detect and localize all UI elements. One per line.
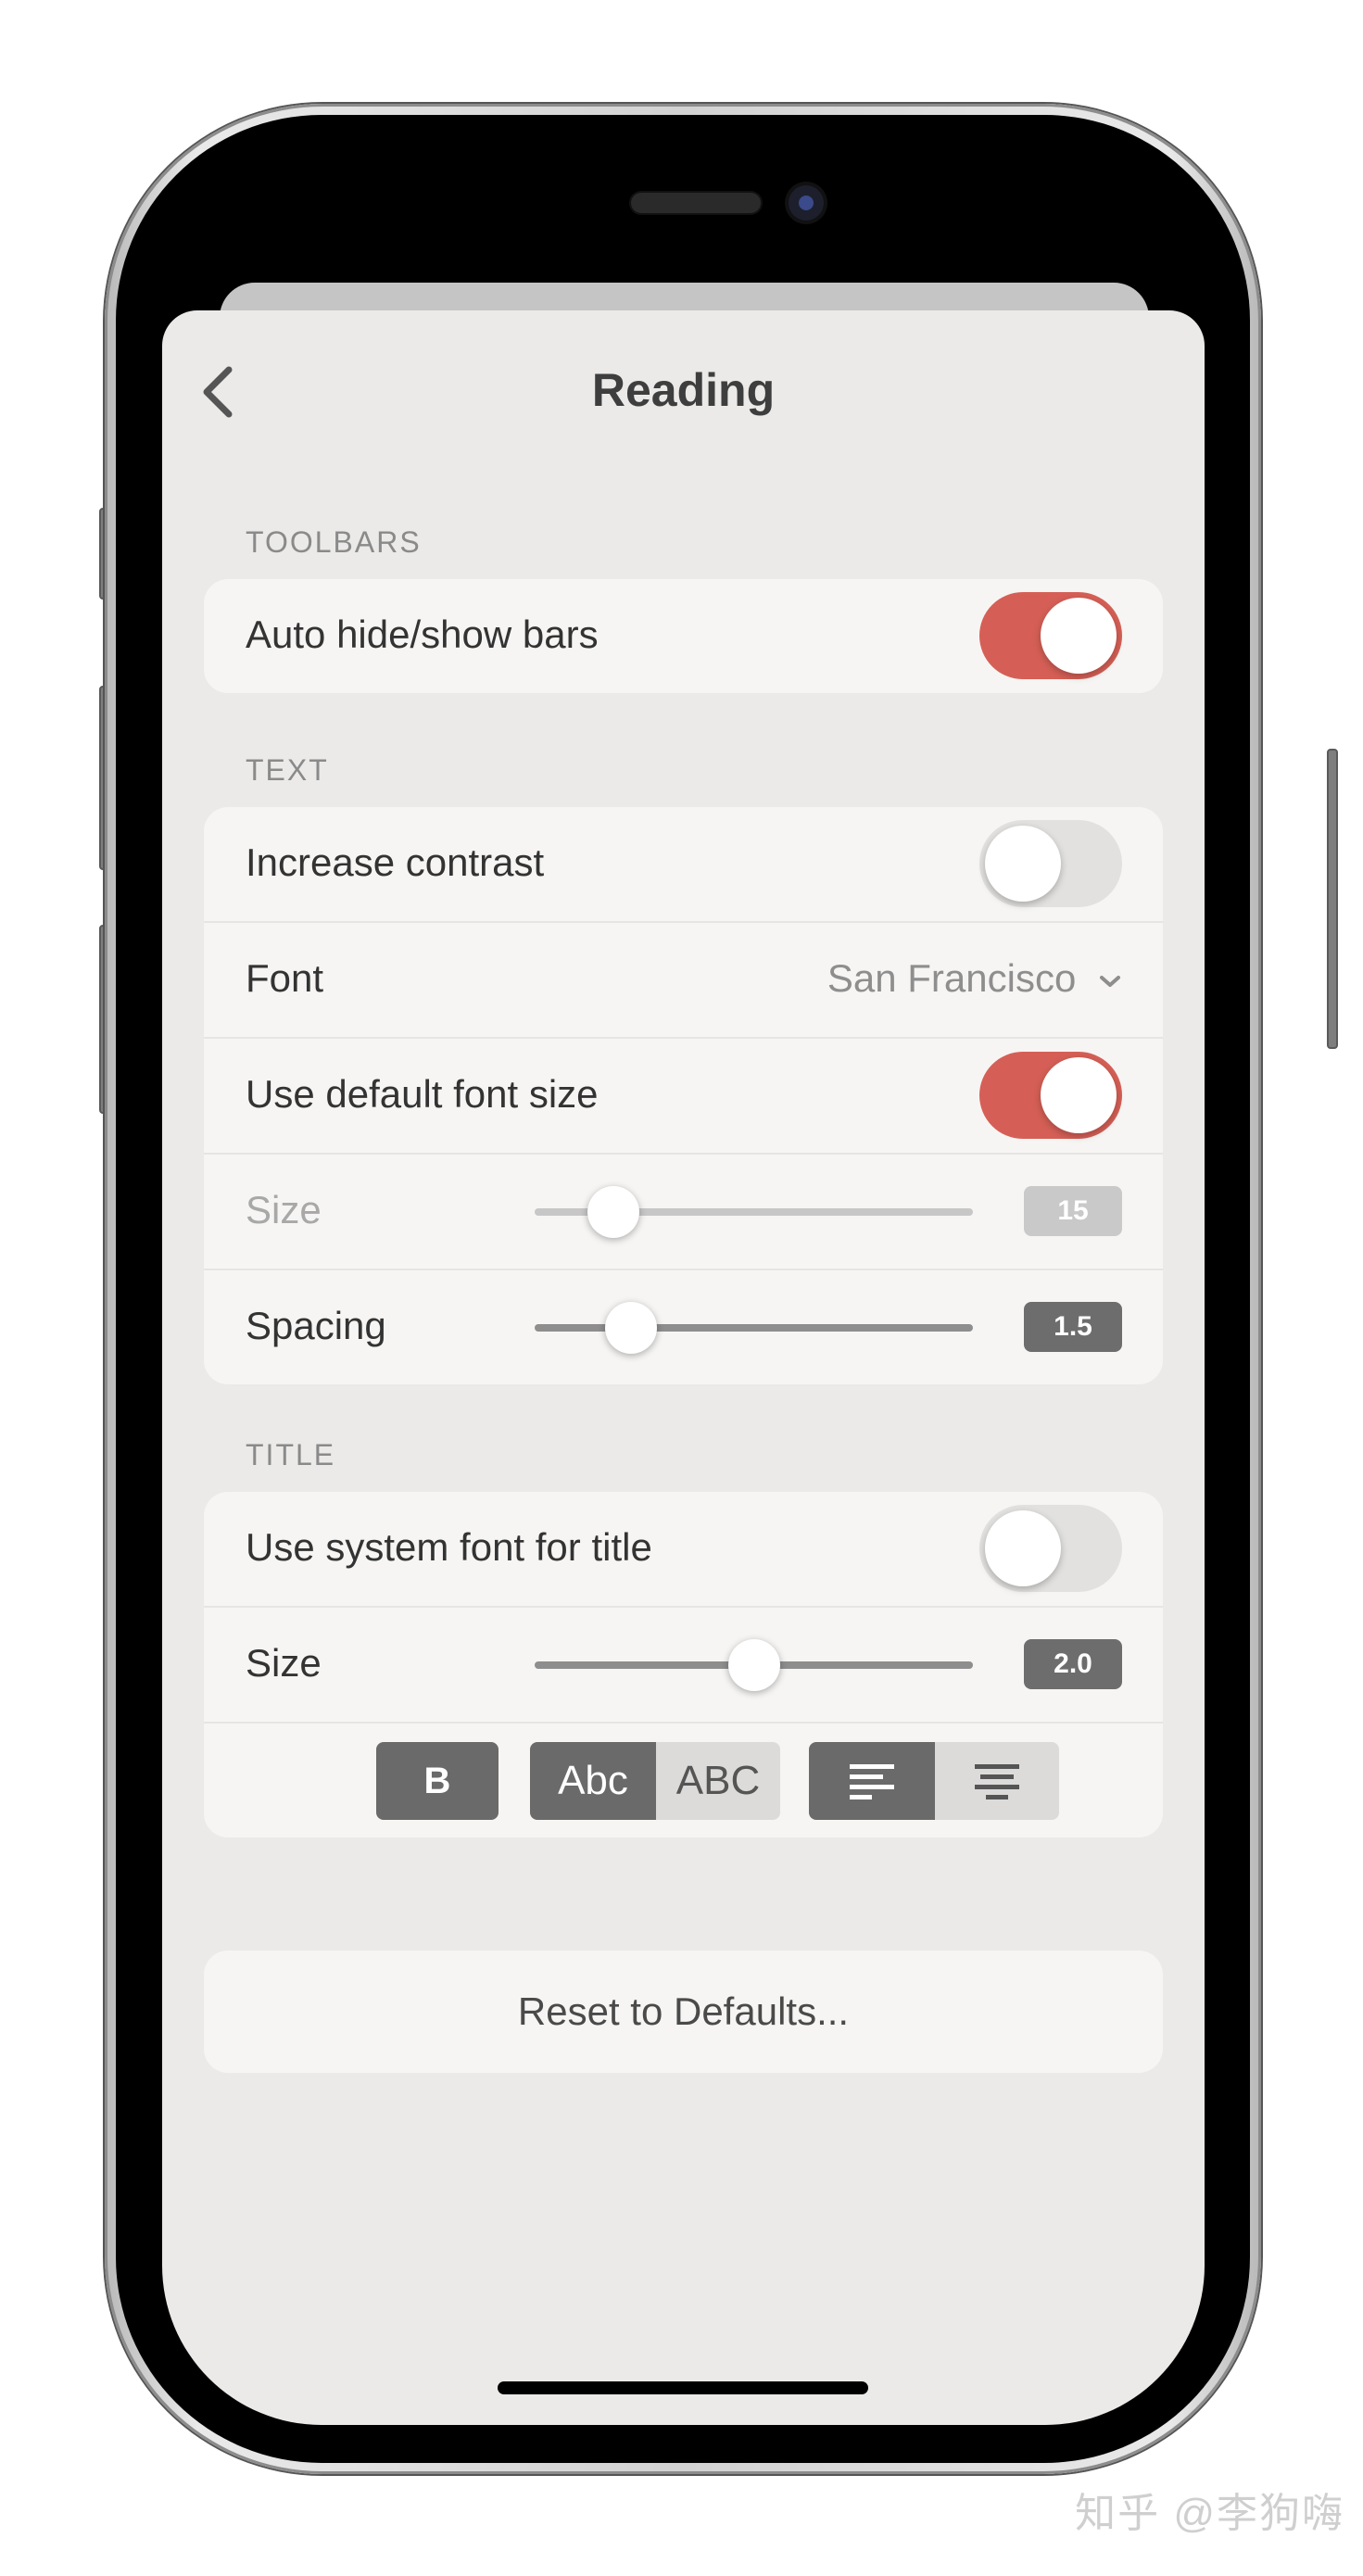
title-size-slider[interactable] <box>535 1639 973 1691</box>
text-group: Increase contrast Font San Francisco Use… <box>204 807 1163 1384</box>
center-align-icon <box>975 1764 1019 1799</box>
row-title-style: B Abc ABC <box>204 1724 1163 1837</box>
row-system-font-title: Use system font for title <box>204 1492 1163 1608</box>
toggle-knob <box>985 826 1061 902</box>
chevron-down-icon <box>1100 975 1120 987</box>
title-group: Use system font for title Size 2.0 B Abc… <box>204 1492 1163 1837</box>
center-align-button[interactable] <box>935 1742 1059 1820</box>
left-align-icon <box>850 1764 894 1799</box>
toolbars-group: Auto hide/show bars <box>204 579 1163 693</box>
default-font-size-label: Use default font size <box>246 1072 599 1116</box>
spacing-slider[interactable] <box>535 1302 973 1354</box>
row-font: Font San Francisco <box>204 923 1163 1039</box>
row-title-size: Size 2.0 <box>204 1608 1163 1724</box>
slider-thumb[interactable] <box>605 1302 658 1354</box>
size-slider[interactable] <box>535 1186 973 1238</box>
bold-button[interactable]: B <box>376 1742 499 1820</box>
reading-settings-screen: Reading TOOLBARS Auto hide/show bars TEX… <box>162 310 1205 2425</box>
system-font-title-toggle[interactable] <box>979 1505 1122 1592</box>
front-camera-icon <box>789 185 824 221</box>
row-spacing: Spacing 1.5 <box>204 1270 1163 1384</box>
system-font-title-label: Use system font for title <box>246 1525 652 1569</box>
page-title: Reading <box>591 364 776 416</box>
alignment-segment <box>809 1742 1059 1820</box>
home-indicator[interactable] <box>498 2381 868 2394</box>
default-font-size-toggle[interactable] <box>979 1052 1122 1139</box>
spacing-label: Spacing <box>246 1304 386 1347</box>
title-size-label: Size <box>246 1641 322 1685</box>
case-button-abc[interactable]: Abc <box>530 1742 656 1820</box>
toggle-knob <box>1041 1057 1117 1133</box>
slider-track <box>535 1324 973 1332</box>
spacing-value-badge: 1.5 <box>1024 1302 1122 1352</box>
row-default-font-size: Use default font size <box>204 1039 1163 1155</box>
font-dropdown[interactable]: San Francisco <box>827 956 1122 1001</box>
row-increase-contrast: Increase contrast <box>204 807 1163 923</box>
slider-thumb[interactable] <box>727 1639 780 1691</box>
case-button-uppercase[interactable]: ABC <box>656 1742 780 1820</box>
size-label: Size <box>246 1188 322 1231</box>
auto-hide-label: Auto hide/show bars <box>246 612 599 656</box>
left-align-button[interactable] <box>809 1742 935 1820</box>
case-segment: Abc ABC <box>530 1742 780 1820</box>
section-header-text: TEXT <box>246 753 329 787</box>
title-size-value-badge: 2.0 <box>1024 1639 1122 1689</box>
toggle-knob <box>1041 598 1117 674</box>
size-value-badge: 15 <box>1024 1186 1122 1236</box>
slider-thumb[interactable] <box>587 1186 640 1238</box>
section-header-title: TITLE <box>246 1438 336 1471</box>
increase-contrast-toggle[interactable] <box>979 820 1122 907</box>
row-size: Size 15 <box>204 1155 1163 1270</box>
font-value: San Francisco <box>827 956 1077 1000</box>
watermark: 知乎 @李狗嗨 <box>1075 2491 1344 2536</box>
auto-hide-toggle[interactable] <box>979 592 1122 679</box>
power-button <box>1327 749 1338 1049</box>
earpiece-speaker <box>631 193 761 213</box>
navigation-bar: Reading <box>162 310 1205 468</box>
font-label: Font <box>246 956 324 1000</box>
increase-contrast-label: Increase contrast <box>246 840 545 884</box>
toggle-knob <box>985 1510 1061 1586</box>
reset-to-defaults-button[interactable]: Reset to Defaults... <box>204 1951 1163 2073</box>
section-header-toolbars: TOOLBARS <box>246 525 422 559</box>
row-auto-hide-bars: Auto hide/show bars <box>204 579 1163 693</box>
bold-segment: B <box>376 1742 499 1820</box>
